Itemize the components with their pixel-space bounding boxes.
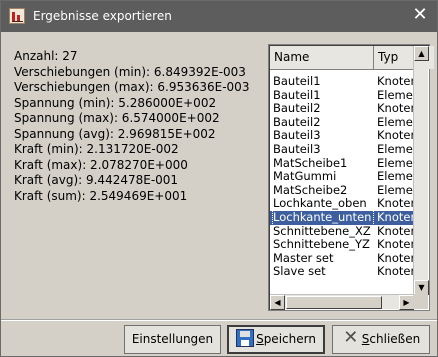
- row-typ: Element: [377, 88, 414, 102]
- row-name: Schnittebene_XZ: [273, 224, 371, 238]
- stat-line: Kraft (min): 2.131720E-002: [14, 142, 179, 156]
- window-title: Ergebnisse exportieren: [33, 9, 172, 23]
- row-name: Lochkante_unten: [272, 209, 374, 226]
- list-row[interactable]: Bauteil3 Knoten: [270, 129, 414, 143]
- stat-line: Verschiebungen (max): 6.953636E-003: [14, 80, 250, 94]
- row-name: Slave set: [273, 265, 326, 279]
- list-row[interactable]: MatScheibe2 Element: [270, 184, 414, 198]
- row-name: Bauteil2: [273, 102, 321, 116]
- stat-line: Kraft (sum): 2.549469E+001: [14, 188, 188, 203]
- list-row[interactable]: Bauteil1 Knoten: [270, 75, 414, 89]
- row-typ: Element: [377, 170, 414, 184]
- row-name: Bauteil1: [273, 88, 321, 102]
- floppy-disk-icon: [236, 329, 255, 347]
- close-icon[interactable]: ✕: [409, 6, 431, 26]
- column-header-name[interactable]: Name: [270, 46, 374, 69]
- row-typ: Knoten: [377, 251, 414, 265]
- list-row[interactable]: Master set Knoten: [270, 252, 414, 266]
- scroll-up-icon[interactable]: ▲: [414, 46, 429, 61]
- row-typ: Knoten: [377, 238, 414, 252]
- stat-line: Kraft (avg): 9.442478E-001: [14, 173, 179, 187]
- row-typ: Knoten: [377, 210, 414, 224]
- list-row[interactable]: Bauteil3 Element: [270, 143, 414, 157]
- scroll-thumb[interactable]: [286, 296, 382, 309]
- chart-icon: [9, 8, 25, 24]
- stat-line: Verschiebungen (min): 6.849392E-003: [14, 64, 246, 79]
- separator: [1, 319, 437, 321]
- list-row[interactable]: Bauteil1 Element: [270, 89, 414, 103]
- close-label: chließen: [369, 332, 421, 346]
- list-rows: Bauteil1 Knoten Bauteil1 Element Bauteil2 Kno…: [270, 75, 414, 307]
- list-header: Name Typ: [270, 46, 434, 70]
- list-row[interactable]: Bauteil2 Knoten: [270, 102, 414, 116]
- save-button[interactable]: Speichern: [227, 325, 325, 354]
- row-typ: Element: [377, 183, 414, 197]
- close-button[interactable]: ✕ Schließen: [332, 325, 430, 354]
- row-typ: Knoten: [377, 265, 414, 279]
- stat-line: Spannung (avg): 2.969815E+002: [14, 126, 216, 141]
- row-name: Bauteil2: [273, 115, 321, 129]
- row-typ: Element: [377, 156, 414, 170]
- list-row[interactable]: MatScheibe1 Element: [270, 157, 414, 171]
- export-dialog: Ergebnisse exportieren ✕ Anzahl: 27 Versc…: [0, 0, 438, 357]
- row-typ: Knoten: [377, 75, 414, 88]
- save-label: peichern: [263, 332, 316, 346]
- list-row[interactable]: Lochkante_unten Knoten: [270, 209, 414, 226]
- save-mnemonic: S: [256, 332, 264, 346]
- row-name: Schnittebene_YZ: [273, 238, 370, 252]
- vertical-scrollbar[interactable]: ▲ ▼: [413, 46, 429, 295]
- list-row[interactable]: MatGummi Element: [270, 170, 414, 184]
- row-typ: Knoten: [377, 197, 414, 211]
- scroll-left-icon[interactable]: ◀: [270, 295, 285, 310]
- stat-line: Anzahl: 27: [14, 49, 78, 63]
- scroll-corner: [413, 294, 428, 309]
- x-icon: ✕: [343, 327, 359, 348]
- list-row[interactable]: Schnittebene_XZ Knoten: [270, 225, 414, 239]
- row-typ: Knoten: [377, 224, 414, 238]
- row-name: Bauteil3: [273, 129, 321, 143]
- list-row[interactable]: Lochkante_oben Knoten: [270, 197, 414, 211]
- row-typ: Knoten: [377, 102, 414, 116]
- row-name: Bauteil1: [273, 75, 321, 88]
- scroll-right-icon[interactable]: ▶: [399, 295, 414, 310]
- stat-line: Spannung (max): 6.574000E+002: [14, 111, 220, 125]
- row-typ: Element: [377, 115, 414, 129]
- row-name: MatScheibe2: [273, 183, 348, 197]
- list-row[interactable]: Bauteil2 Element: [270, 116, 414, 130]
- row-name: MatGummi: [273, 170, 337, 184]
- statistics-panel: Anzahl: 27 Verschiebungen (min): 6.849392…: [14, 49, 254, 204]
- row-name: Master set: [273, 251, 334, 265]
- row-typ: Element: [377, 142, 414, 156]
- export-list[interactable]: Name Typ Bauteil1KnotenBauteil1ElementBa…: [268, 44, 434, 311]
- row-name: MatScheibe1: [273, 156, 348, 170]
- horizontal-scrollbar[interactable]: ◀ ▶: [270, 294, 414, 310]
- title-bar[interactable]: Ergebnisse exportieren ✕: [1, 1, 437, 32]
- settings-button[interactable]: Einstellungen: [124, 325, 221, 354]
- scroll-down-icon[interactable]: ▼: [414, 280, 429, 295]
- stat-line: Kraft (max): 2.078270E+000: [14, 157, 188, 172]
- row-name: Bauteil3: [273, 142, 321, 156]
- row-typ: Knoten: [377, 129, 414, 143]
- stat-line: Spannung (min): 5.286000E+002: [14, 95, 217, 110]
- row-name: Lochkante_oben: [273, 197, 367, 211]
- list-row[interactable]: Schnittebene_YZ Knoten: [270, 238, 414, 252]
- list-row[interactable]: Slave set Knoten: [270, 265, 414, 279]
